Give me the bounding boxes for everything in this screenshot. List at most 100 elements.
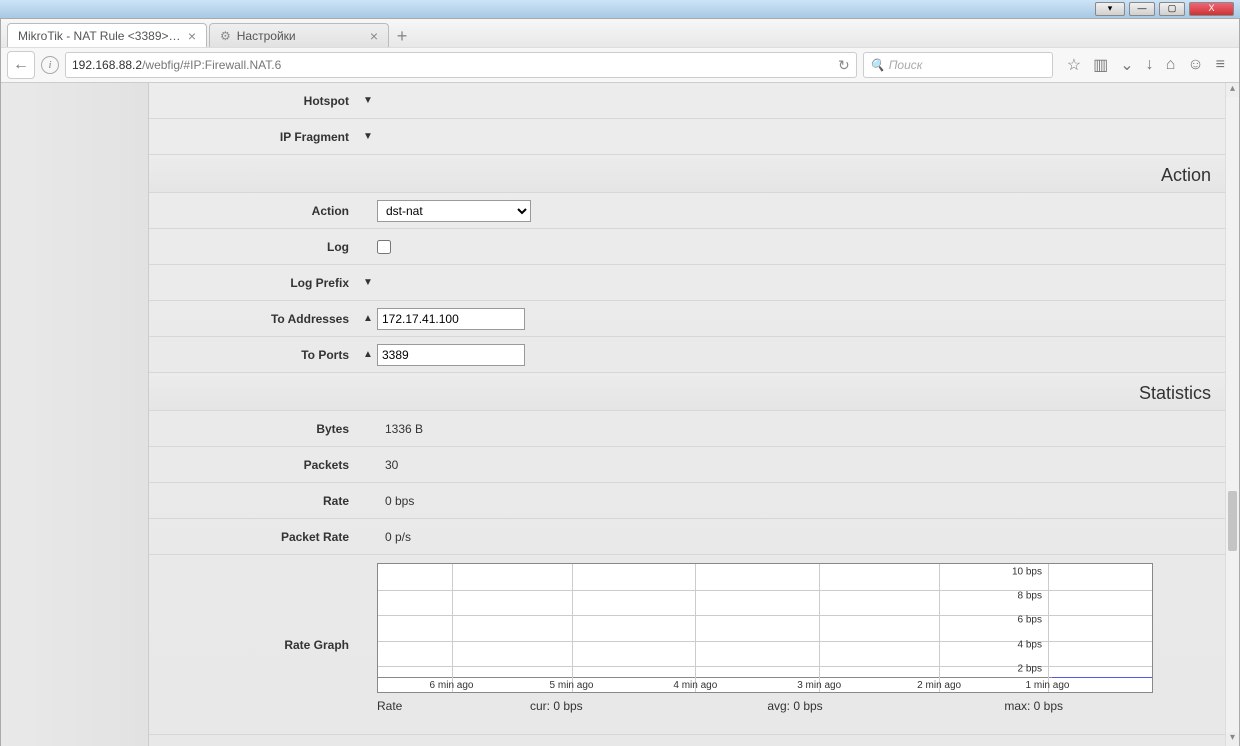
arrow-left-icon: ← bbox=[13, 56, 29, 74]
graph-legend: Rate cur: 0 bps avg: 0 bps max: 0 bps bbox=[377, 693, 1153, 713]
site-info-icon[interactable]: i bbox=[41, 56, 59, 74]
chevron-up-icon[interactable]: ▲ bbox=[359, 349, 377, 360]
field-label: To Ports bbox=[149, 348, 359, 362]
os-titlebar: ▾ — ▢ X bbox=[0, 0, 1240, 18]
browser-toolbar: ← i 192.168.88.2/webfig/#IP:Firewall.NAT… bbox=[1, 47, 1239, 83]
stat-bytes: Bytes 1336 B bbox=[149, 411, 1225, 447]
x-tick: 3 min ago bbox=[797, 680, 841, 691]
to-ports-input[interactable] bbox=[377, 344, 525, 366]
bookmark-star-icon[interactable]: ☆ bbox=[1067, 55, 1081, 75]
plot-line bbox=[1052, 677, 1152, 678]
field-label: Log Prefix bbox=[149, 276, 359, 290]
legend-max: max: 0 bps bbox=[914, 699, 1153, 713]
field-label: Packet Rate bbox=[149, 530, 359, 544]
section-statistics-header: Statistics bbox=[149, 373, 1225, 411]
page-content: Hotspot ▼ IP Fragment ▼ Action Action ds… bbox=[149, 83, 1225, 746]
browser-tab-active[interactable]: MikroTik - NAT Rule <3389> at... × bbox=[7, 23, 207, 47]
stat-value: 0 bps bbox=[377, 494, 414, 508]
rate-graph: 10 bps 8 bps 6 bps 4 bps 2 bps 6 min ago… bbox=[377, 563, 1153, 693]
stat-rate: Rate 0 bps bbox=[149, 483, 1225, 519]
x-tick: 5 min ago bbox=[550, 680, 594, 691]
scroll-up-icon[interactable]: ▴ bbox=[1226, 83, 1239, 97]
field-label: Action bbox=[149, 204, 359, 218]
smiley-icon[interactable]: ☺ bbox=[1187, 56, 1203, 74]
tab-close-icon[interactable]: × bbox=[370, 28, 378, 44]
browser-tab-inactive[interactable]: ⚙ Настройки × bbox=[209, 23, 389, 47]
tab-title: MikroTik - NAT Rule <3389> at... bbox=[18, 29, 182, 43]
spacer bbox=[359, 559, 377, 730]
y-tick: 4 bps bbox=[1018, 639, 1042, 650]
search-icon: 🔍 bbox=[870, 58, 885, 72]
menu-icon[interactable]: ≡ bbox=[1216, 56, 1225, 74]
stat-packet-rate: Packet Rate 0 p/s bbox=[149, 519, 1225, 555]
log-checkbox[interactable] bbox=[377, 240, 391, 254]
back-button[interactable]: ← bbox=[7, 51, 35, 79]
field-label: Bytes bbox=[149, 422, 359, 436]
home-icon[interactable]: ⌂ bbox=[1166, 56, 1176, 74]
y-tick: 10 bps bbox=[1012, 566, 1042, 577]
search-bar[interactable]: 🔍 Поиск bbox=[863, 52, 1053, 78]
tab-title: Настройки bbox=[237, 29, 364, 43]
tab-close-icon[interactable]: × bbox=[188, 28, 196, 44]
library-icon[interactable]: ▥ bbox=[1093, 55, 1108, 75]
page-viewport: Hotspot ▼ IP Fragment ▼ Action Action ds… bbox=[1, 83, 1239, 746]
field-hotspot: Hotspot ▼ bbox=[149, 83, 1225, 119]
legend-name: Rate bbox=[377, 699, 437, 713]
stat-value: 30 bbox=[377, 458, 398, 472]
stat-value: 1336 B bbox=[377, 422, 423, 436]
vertical-scrollbar[interactable]: ▴ ▾ bbox=[1225, 83, 1239, 746]
search-placeholder: Поиск bbox=[889, 58, 923, 72]
gear-icon: ⚙ bbox=[220, 29, 231, 43]
field-log-prefix: Log Prefix ▼ bbox=[149, 265, 1225, 301]
field-action: Action dst-nat bbox=[149, 193, 1225, 229]
field-ip-fragment: IP Fragment ▼ bbox=[149, 119, 1225, 155]
y-tick: 2 bps bbox=[1018, 663, 1042, 674]
browser-window: MikroTik - NAT Rule <3389> at... × ⚙ Нас… bbox=[0, 18, 1240, 746]
action-select[interactable]: dst-nat bbox=[377, 200, 531, 222]
x-tick: 1 min ago bbox=[1026, 680, 1070, 691]
scroll-down-icon[interactable]: ▾ bbox=[1226, 732, 1239, 746]
section-action-header: Action bbox=[149, 155, 1225, 193]
field-label: Rate bbox=[149, 494, 359, 508]
stat-packets: Packets 30 bbox=[149, 447, 1225, 483]
os-minimize-button[interactable]: — bbox=[1129, 2, 1155, 16]
stat-value: 0 p/s bbox=[377, 530, 411, 544]
chevron-down-icon[interactable]: ▼ bbox=[359, 131, 377, 142]
graph-wrap: 10 bps 8 bps 6 bps 4 bps 2 bps 6 min ago… bbox=[377, 559, 1153, 730]
browser-tabstrip: MikroTik - NAT Rule <3389> at... × ⚙ Нас… bbox=[1, 19, 1239, 47]
to-addresses-input[interactable] bbox=[377, 308, 525, 330]
toolbar-icons: ☆ ▥ ⌄ ↓ ⌂ ☺ ≡ bbox=[1059, 55, 1233, 75]
stat-rate-graph: Rate Graph 10 bp bbox=[149, 555, 1225, 735]
pocket-icon[interactable]: ⌄ bbox=[1120, 55, 1133, 75]
left-gutter bbox=[1, 83, 149, 746]
x-tick: 2 min ago bbox=[917, 680, 961, 691]
chevron-down-icon[interactable]: ▼ bbox=[359, 277, 377, 288]
field-label: IP Fragment bbox=[149, 130, 359, 144]
field-label: Log bbox=[149, 240, 359, 254]
x-tick: 4 min ago bbox=[673, 680, 717, 691]
reload-icon[interactable]: ↻ bbox=[838, 57, 850, 74]
os-dropdown-button[interactable]: ▾ bbox=[1095, 2, 1125, 16]
field-to-ports: To Ports ▲ bbox=[149, 337, 1225, 373]
field-to-addresses: To Addresses ▲ bbox=[149, 301, 1225, 337]
field-label: Rate Graph bbox=[149, 559, 359, 730]
scroll-track[interactable] bbox=[1226, 97, 1239, 732]
field-label: Packets bbox=[149, 458, 359, 472]
scroll-thumb[interactable] bbox=[1228, 491, 1237, 551]
legend-cur: cur: 0 bps bbox=[437, 699, 676, 713]
chevron-up-icon[interactable]: ▲ bbox=[359, 313, 377, 324]
url-text: 192.168.88.2/webfig/#IP:Firewall.NAT.6 bbox=[72, 58, 838, 72]
x-tick: 6 min ago bbox=[430, 680, 474, 691]
y-tick: 6 bps bbox=[1018, 615, 1042, 626]
new-tab-button[interactable]: + bbox=[391, 25, 413, 47]
os-maximize-button[interactable]: ▢ bbox=[1159, 2, 1185, 16]
field-label: Hotspot bbox=[149, 94, 359, 108]
field-log: Log bbox=[149, 229, 1225, 265]
field-label: To Addresses bbox=[149, 312, 359, 326]
chevron-down-icon[interactable]: ▼ bbox=[359, 95, 377, 106]
y-tick: 8 bps bbox=[1018, 591, 1042, 602]
url-bar[interactable]: 192.168.88.2/webfig/#IP:Firewall.NAT.6 ↻ bbox=[65, 52, 857, 78]
os-close-button[interactable]: X bbox=[1189, 2, 1234, 16]
legend-avg: avg: 0 bps bbox=[676, 699, 915, 713]
downloads-icon[interactable]: ↓ bbox=[1146, 56, 1154, 74]
